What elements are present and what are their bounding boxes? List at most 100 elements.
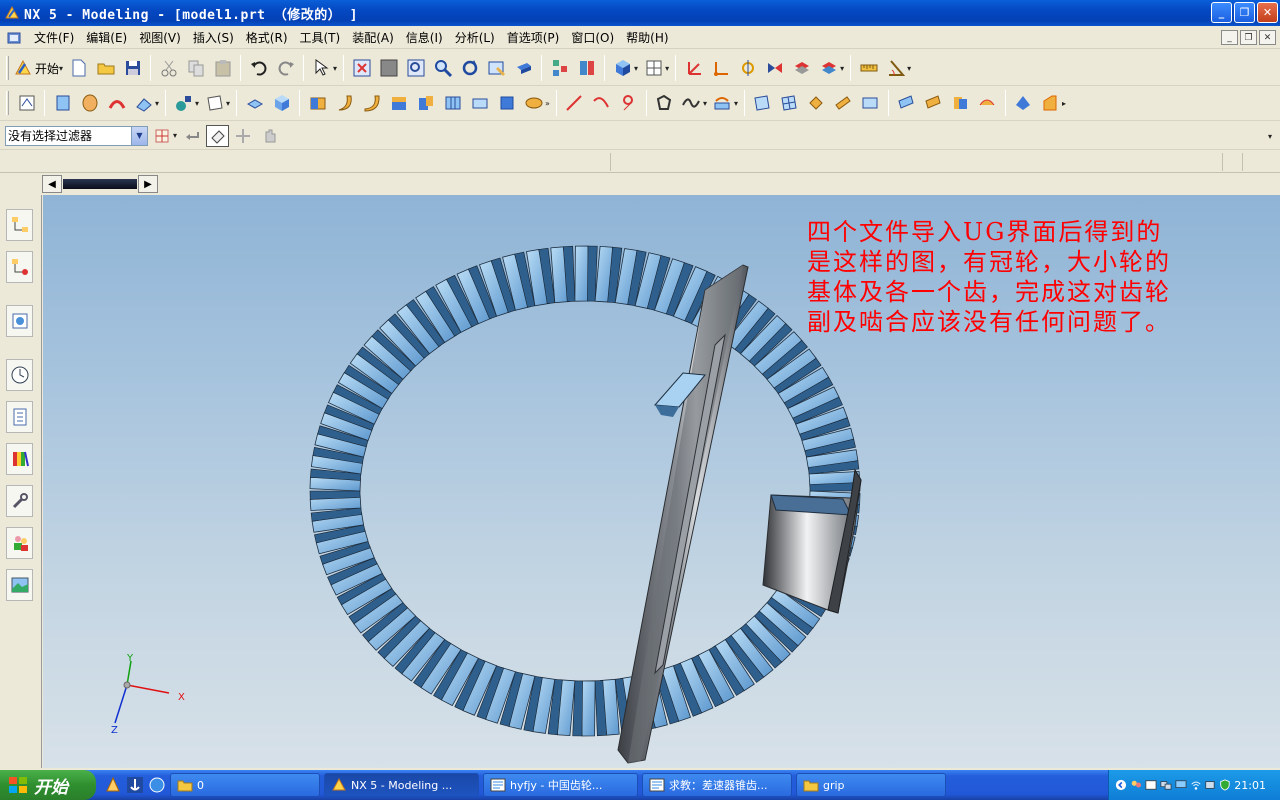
system-scenes-tab[interactable] xyxy=(6,569,33,601)
assembly-navigator-tab[interactable] xyxy=(6,209,33,241)
menu-file[interactable]: 文件(F) xyxy=(28,29,80,46)
reuse-library-tab[interactable] xyxy=(6,401,33,433)
menu-help[interactable]: 帮助(H) xyxy=(620,29,674,46)
zoom-region-button[interactable] xyxy=(402,55,429,82)
new-button[interactable] xyxy=(65,55,92,82)
tab-scroll-left-button[interactable]: ◀ xyxy=(42,175,62,193)
edge-blend-button[interactable] xyxy=(130,90,157,117)
feature-1-button[interactable] xyxy=(304,90,331,117)
menu-view[interactable]: 视图(V) xyxy=(133,29,187,46)
pan-button[interactable] xyxy=(483,55,510,82)
extrude-button[interactable] xyxy=(49,90,76,117)
tab-scroll-right-button[interactable]: ▶ xyxy=(138,175,158,193)
menu-assemblies[interactable]: 装配(A) xyxy=(346,29,400,46)
reorder-button[interactable] xyxy=(573,55,600,82)
view-orient-button[interactable] xyxy=(510,55,537,82)
active-document-tab[interactable] xyxy=(63,179,137,189)
fit-button[interactable] xyxy=(348,55,375,82)
eraser-button[interactable] xyxy=(206,124,230,147)
start-button[interactable]: 开始 ▾ xyxy=(13,55,65,82)
surface-4-button[interactable] xyxy=(830,90,857,117)
toolbar-grip[interactable] xyxy=(6,56,9,80)
windows-start-button[interactable]: 开始 xyxy=(0,770,96,800)
tray-expand-icon[interactable] xyxy=(1115,778,1127,792)
tray-network-icon[interactable] xyxy=(1160,778,1172,792)
tray-ime-icon[interactable] xyxy=(1145,778,1157,792)
spline-button[interactable] xyxy=(678,90,705,117)
minimize-button[interactable]: _ xyxy=(1211,2,1232,23)
task-folder-grip[interactable]: grip xyxy=(796,773,946,797)
zoom-box-button[interactable] xyxy=(375,55,402,82)
assembly-nav-button[interactable] xyxy=(546,55,573,82)
restore-button[interactable]: ❐ xyxy=(1234,2,1255,23)
layer-settings-button[interactable] xyxy=(815,55,842,82)
roles-tab[interactable] xyxy=(6,527,33,559)
undo-button[interactable] xyxy=(245,55,272,82)
sketch-button[interactable] xyxy=(13,90,40,117)
surface-8-button[interactable] xyxy=(947,90,974,117)
shape-cube-button[interactable] xyxy=(268,90,295,117)
menu-information[interactable]: 信息(I) xyxy=(400,29,449,46)
copy-button[interactable] xyxy=(182,55,209,82)
feature-5-button[interactable] xyxy=(412,90,439,117)
datum-plane-button[interactable] xyxy=(201,90,228,117)
doc-close-button[interactable]: ✕ xyxy=(1259,30,1276,45)
render-style-button[interactable] xyxy=(609,55,636,82)
view-layout-button[interactable] xyxy=(640,55,667,82)
quick-launch-browser-icon[interactable] xyxy=(148,776,166,794)
snap-point-button[interactable] xyxy=(148,122,175,149)
menu-preferences[interactable]: 首选项(P) xyxy=(501,29,566,46)
tray-wireless-icon[interactable] xyxy=(1190,778,1202,792)
sweep-button[interactable] xyxy=(103,90,130,117)
back-button[interactable] xyxy=(179,122,206,149)
measure-distance-button[interactable] xyxy=(855,55,882,82)
surface-10-button[interactable] xyxy=(1010,90,1037,117)
feature-2-button[interactable] xyxy=(331,90,358,117)
graphics-window[interactable]: X Y Z 四个文件导入UG界面后得到的是这样的图，有冠轮，大小轮的基体及各一个… xyxy=(43,195,1280,768)
shape-block-button[interactable] xyxy=(241,90,268,117)
surface-3-button[interactable] xyxy=(803,90,830,117)
selection-button[interactable] xyxy=(308,55,335,82)
feature-9-button[interactable] xyxy=(520,90,547,117)
rotate-button[interactable] xyxy=(456,55,483,82)
surface-2-button[interactable] xyxy=(776,90,803,117)
open-button[interactable] xyxy=(92,55,119,82)
menu-edit[interactable]: 编辑(E) xyxy=(80,29,133,46)
surface-1-button[interactable] xyxy=(749,90,776,117)
feature-4-button[interactable] xyxy=(385,90,412,117)
task-nx-modeling[interactable]: NX 5 - Modeling ... xyxy=(324,773,479,797)
palette-tab[interactable] xyxy=(6,443,33,475)
layer-button[interactable] xyxy=(788,55,815,82)
revolve-button[interactable] xyxy=(76,90,103,117)
selection-filter-select[interactable]: 没有选择过滤器 ▼ xyxy=(5,125,148,146)
wcs-rotate-button[interactable] xyxy=(734,55,761,82)
document-menu-icon[interactable] xyxy=(6,30,22,46)
curve-ops-button[interactable] xyxy=(709,90,736,117)
toolbar-grip[interactable] xyxy=(6,91,9,115)
surface-9-button[interactable] xyxy=(974,90,1001,117)
snap-1-button[interactable] xyxy=(229,122,256,149)
tray-security-shield-icon[interactable] xyxy=(1219,778,1231,792)
menu-tools[interactable]: 工具(T) xyxy=(294,29,347,46)
measure-angle-button[interactable] xyxy=(882,55,909,82)
close-button[interactable]: ✕ xyxy=(1257,2,1278,23)
history-tab[interactable] xyxy=(6,359,33,391)
save-button[interactable] xyxy=(119,55,146,82)
constraint-navigator-tab[interactable] xyxy=(6,251,33,283)
feature-7-button[interactable] xyxy=(466,90,493,117)
chevron-down-icon[interactable]: ▼ xyxy=(131,126,147,145)
snap-2-button[interactable] xyxy=(256,122,283,149)
task-question-browser[interactable]: 求教：差速器锥齿... xyxy=(642,773,792,797)
part-navigator-tab[interactable] xyxy=(6,305,33,337)
circle-button[interactable] xyxy=(615,90,642,117)
feature-8-button[interactable] xyxy=(493,90,520,117)
zoom-button[interactable] xyxy=(429,55,456,82)
redo-button[interactable] xyxy=(272,55,299,82)
cut-button[interactable] xyxy=(155,55,182,82)
tray-users-icon[interactable] xyxy=(1130,778,1142,792)
shape-sketch-button[interactable] xyxy=(651,90,678,117)
task-hyfjy-browser[interactable]: hyfjy - 中国齿轮... xyxy=(483,773,638,797)
surface-5-button[interactable] xyxy=(857,90,884,117)
menu-format[interactable]: 格式(R) xyxy=(240,29,294,46)
feature-3-button[interactable] xyxy=(358,90,385,117)
